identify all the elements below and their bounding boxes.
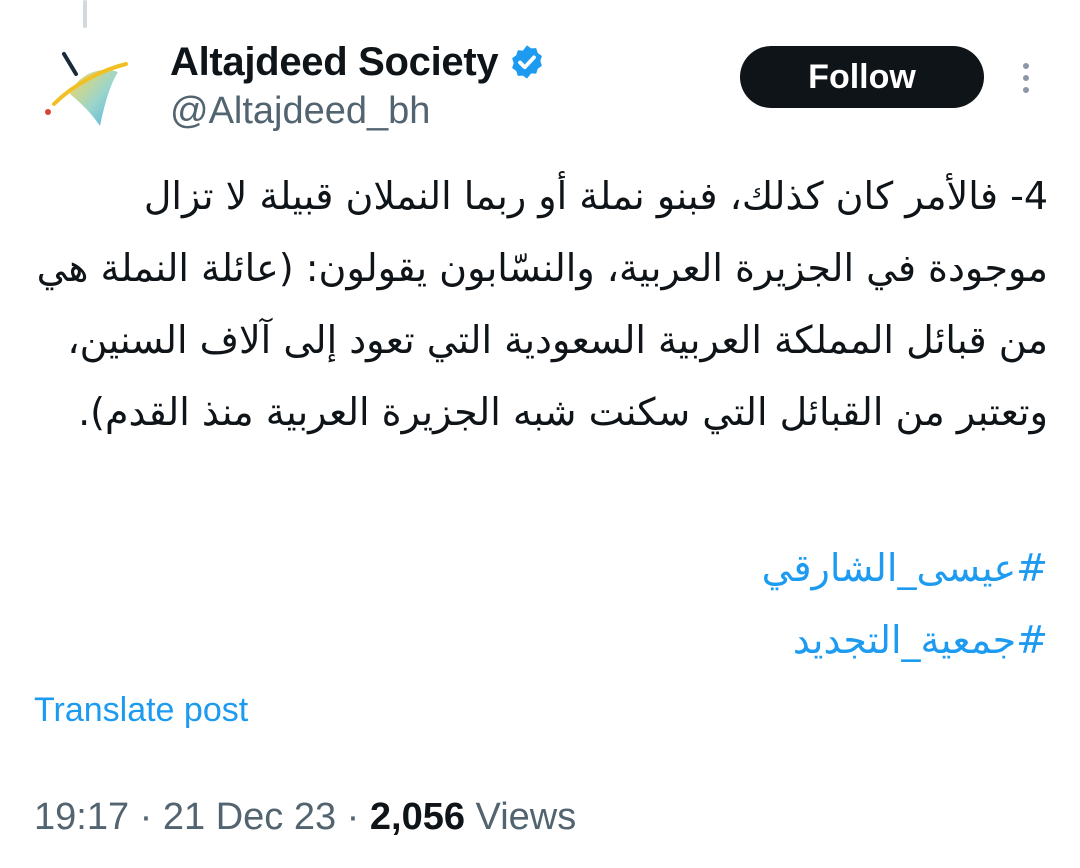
follow-button[interactable]: Follow [740,46,984,108]
avatar[interactable] [40,44,132,136]
meta-separator: · [346,796,360,838]
more-dot [1023,63,1029,69]
author-name-row: Altajdeed Society [170,38,546,86]
hashtag-link[interactable]: #جمعية_التجديد [30,604,1048,676]
post-metadata: 19:17 · 21 Dec 23 · 2,056 Views [34,792,576,842]
avatar-logo-icon [45,52,128,126]
views-label: Views [475,796,577,838]
verified-badge-icon [512,45,543,79]
more-dot [1023,87,1029,93]
hashtag-link[interactable]: #عيسى_الشارقي [30,532,1048,604]
post-time[interactable]: 19:17 [34,796,129,838]
post-date[interactable]: 21 Dec 23 [163,796,336,838]
hashtag-list: #عيسى_الشارقي #جمعية_التجديد [30,532,1048,676]
meta-separator: · [139,796,153,838]
post-body-text: 4- فالأمر كان كذلك، فبنو نملة أو ربما ال… [36,174,1048,434]
thread-connector-line [83,0,87,28]
translate-post-link[interactable]: Translate post [34,688,248,732]
author-display-name[interactable]: Altajdeed Society [170,38,499,86]
more-dot [1023,75,1029,81]
more-options-icon[interactable] [1008,56,1044,100]
author-handle[interactable]: @Altajdeed_bh [170,88,430,134]
views-count: 2,056 [369,796,465,838]
